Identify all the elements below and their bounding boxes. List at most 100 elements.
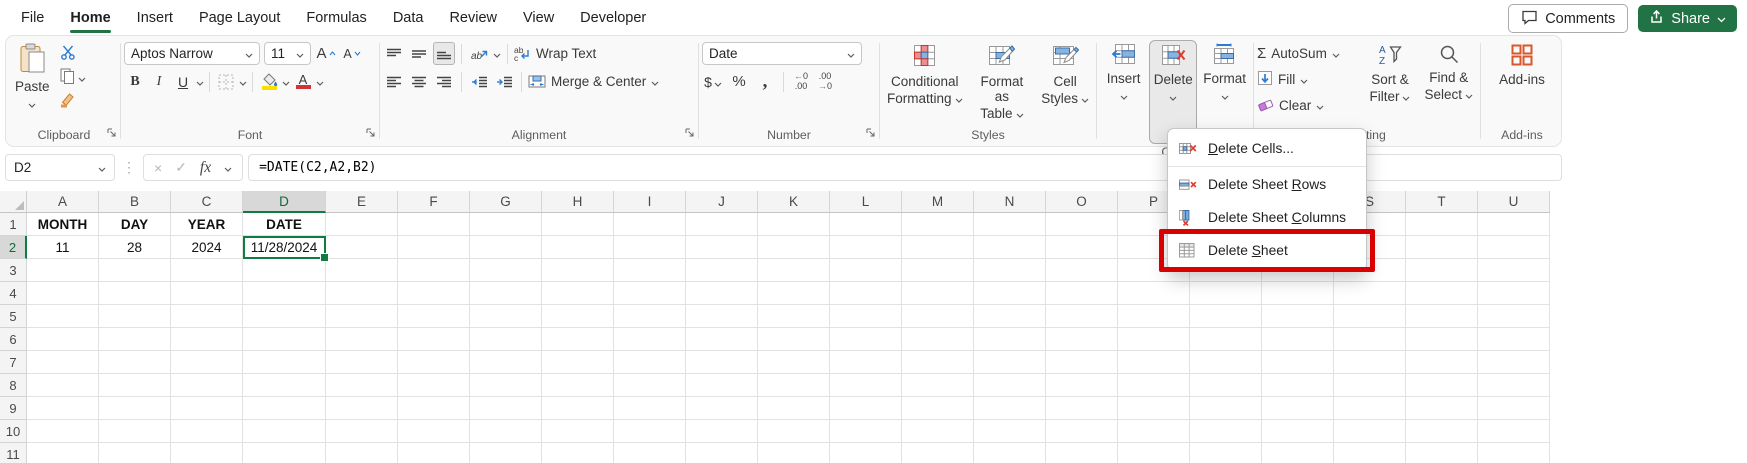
align-right-button[interactable] xyxy=(433,70,455,93)
cell-L4[interactable] xyxy=(830,282,902,305)
name-box[interactable]: D2 xyxy=(5,154,115,181)
cell-J11[interactable] xyxy=(686,443,758,463)
cell-Q10[interactable] xyxy=(1190,420,1262,443)
cell-L9[interactable] xyxy=(830,397,902,420)
column-header-A[interactable]: A xyxy=(27,191,99,213)
cell-G9[interactable] xyxy=(470,397,542,420)
cell-S10[interactable] xyxy=(1334,420,1406,443)
cell-U6[interactable] xyxy=(1478,328,1550,351)
cell-H5[interactable] xyxy=(542,305,614,328)
cell-D8[interactable] xyxy=(243,374,326,397)
cell-T7[interactable] xyxy=(1406,351,1478,374)
cell-A1[interactable]: MONTH xyxy=(27,213,99,236)
cell-U3[interactable] xyxy=(1478,259,1550,282)
conditional-formatting-button[interactable]: Conditional Formatting xyxy=(883,40,967,106)
cell-C5[interactable] xyxy=(171,305,243,328)
enter-icon[interactable]: ✓ xyxy=(175,159,187,176)
cell-T10[interactable] xyxy=(1406,420,1478,443)
cell-M4[interactable] xyxy=(902,282,974,305)
cell-D7[interactable] xyxy=(243,351,326,374)
column-header-M[interactable]: M xyxy=(902,191,974,213)
dialog-launcher-icon[interactable] xyxy=(865,125,876,143)
chevron-down-icon[interactable] xyxy=(493,45,501,63)
cell-C10[interactable] xyxy=(171,420,243,443)
cell-K7[interactable] xyxy=(758,351,830,374)
cell-R8[interactable] xyxy=(1262,374,1334,397)
cell-E10[interactable] xyxy=(326,420,398,443)
insert-button[interactable]: Insert xyxy=(1100,40,1147,103)
chevron-down-icon[interactable] xyxy=(224,159,232,177)
cell-I5[interactable] xyxy=(614,305,686,328)
cell-L2[interactable] xyxy=(830,236,902,259)
menu-item-delete-sheet-columns[interactable]: Delete Sheet Columns xyxy=(1168,201,1366,234)
underline-button[interactable]: U xyxy=(172,70,194,93)
cell-F9[interactable] xyxy=(398,397,470,420)
cell-C11[interactable] xyxy=(171,443,243,463)
cell-E1[interactable] xyxy=(326,213,398,236)
cell-A10[interactable] xyxy=(27,420,99,443)
cell-P11[interactable] xyxy=(1118,443,1190,463)
cell-I10[interactable] xyxy=(614,420,686,443)
font-color-button[interactable]: A xyxy=(292,70,314,93)
cell-E7[interactable] xyxy=(326,351,398,374)
cell-K9[interactable] xyxy=(758,397,830,420)
cell-H9[interactable] xyxy=(542,397,614,420)
cell-G8[interactable] xyxy=(470,374,542,397)
paste-button[interactable]: Paste xyxy=(11,40,54,111)
cell-U1[interactable] xyxy=(1478,213,1550,236)
ribbon-tab-page-layout[interactable]: Page Layout xyxy=(186,0,293,35)
cell-B4[interactable] xyxy=(99,282,171,305)
ribbon-tab-data[interactable]: Data xyxy=(380,0,437,35)
cell-F1[interactable] xyxy=(398,213,470,236)
cell-H2[interactable] xyxy=(542,236,614,259)
cell-R10[interactable] xyxy=(1262,420,1334,443)
percent-style-button[interactable]: % xyxy=(728,70,750,93)
cell-G11[interactable] xyxy=(470,443,542,463)
row-header-10[interactable]: 10 xyxy=(0,420,27,443)
row-header-6[interactable]: 6 xyxy=(0,328,27,351)
cell-E2[interactable] xyxy=(326,236,398,259)
cell-F2[interactable] xyxy=(398,236,470,259)
cell-D11[interactable] xyxy=(243,443,326,463)
row-header-5[interactable]: 5 xyxy=(0,305,27,328)
column-header-F[interactable]: F xyxy=(398,191,470,213)
cell-J10[interactable] xyxy=(686,420,758,443)
cell-N3[interactable] xyxy=(974,259,1046,282)
formula-bar-grip[interactable]: ⋮ xyxy=(120,159,138,176)
cell-H3[interactable] xyxy=(542,259,614,282)
cell-O3[interactable] xyxy=(1046,259,1118,282)
cell-N8[interactable] xyxy=(974,374,1046,397)
cell-D10[interactable] xyxy=(243,420,326,443)
cell-I1[interactable] xyxy=(614,213,686,236)
cell-L7[interactable] xyxy=(830,351,902,374)
cell-O2[interactable] xyxy=(1046,236,1118,259)
cell-D5[interactable] xyxy=(243,305,326,328)
cell-D2[interactable]: 11/28/2024 xyxy=(243,236,326,259)
cell-A3[interactable] xyxy=(27,259,99,282)
column-header-L[interactable]: L xyxy=(830,191,902,213)
cell-H7[interactable] xyxy=(542,351,614,374)
cell-J4[interactable] xyxy=(686,282,758,305)
grow-font-button[interactable]: A xyxy=(315,42,337,65)
addins-button[interactable]: Add-ins xyxy=(1495,40,1549,87)
row-header-9[interactable]: 9 xyxy=(0,397,27,420)
cell-A4[interactable] xyxy=(27,282,99,305)
insert-function-icon[interactable]: fx xyxy=(200,159,211,177)
column-header-T[interactable]: T xyxy=(1406,191,1478,213)
ribbon-tab-review[interactable]: Review xyxy=(436,0,510,35)
column-header-O[interactable]: O xyxy=(1046,191,1118,213)
copy-button[interactable] xyxy=(60,69,86,87)
cell-M7[interactable] xyxy=(902,351,974,374)
increase-indent-button[interactable] xyxy=(493,70,515,93)
cell-I7[interactable] xyxy=(614,351,686,374)
decrease-indent-button[interactable] xyxy=(468,70,490,93)
row-header-2[interactable]: 2 xyxy=(0,236,27,259)
cell-S7[interactable] xyxy=(1334,351,1406,374)
cell-P6[interactable] xyxy=(1118,328,1190,351)
column-header-D[interactable]: D xyxy=(243,191,326,213)
cell-D4[interactable] xyxy=(243,282,326,305)
chevron-down-icon[interactable] xyxy=(239,73,247,91)
cell-M6[interactable] xyxy=(902,328,974,351)
cell-G5[interactable] xyxy=(470,305,542,328)
cell-N10[interactable] xyxy=(974,420,1046,443)
